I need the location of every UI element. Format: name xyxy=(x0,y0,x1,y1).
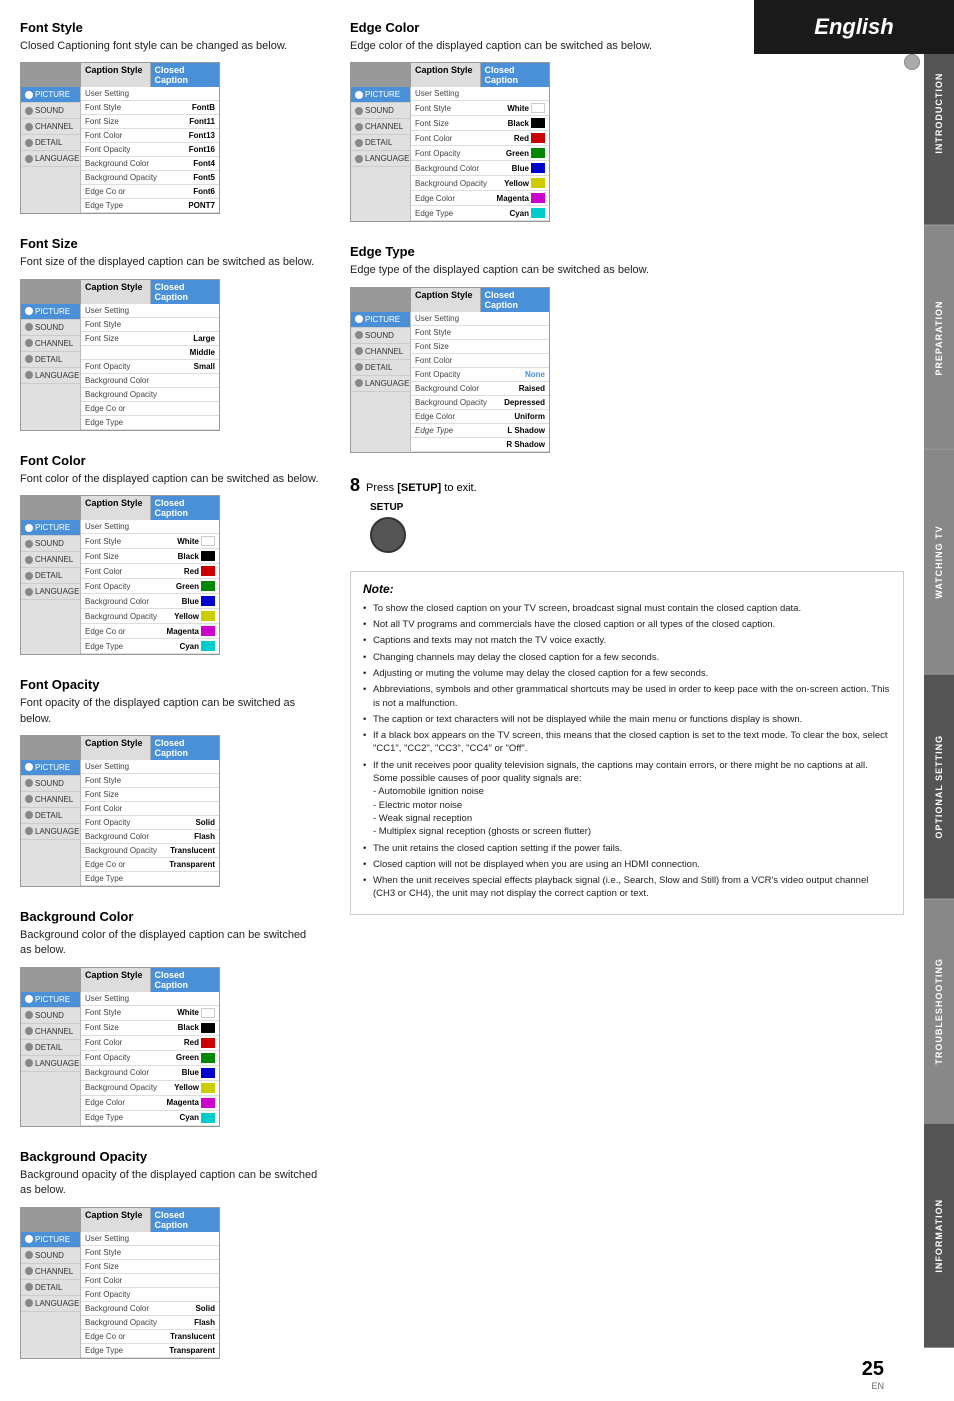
sidebar-tab-optional[interactable]: OPTIONAL SETTING xyxy=(924,674,954,899)
note-item: The caption or text characters will not … xyxy=(363,713,891,726)
sidebar-tab-information[interactable]: INFORMATION xyxy=(924,1123,954,1348)
note-item: Not all TV programs and commercials have… xyxy=(363,618,891,631)
edge-type-section: Edge Type Edge type of the displayed cap… xyxy=(350,244,904,452)
note-item: Closed caption will not be displayed whe… xyxy=(363,858,891,871)
step-text: Press [SETUP] to exit. xyxy=(366,482,477,494)
right-column: Edge Color Edge color of the displayed c… xyxy=(350,20,904,1381)
header-title: English xyxy=(814,14,893,40)
note-item: To show the closed caption on your TV sc… xyxy=(363,602,891,615)
background-color-title: Background Color xyxy=(20,909,320,924)
font-color-menu: Caption Style Closed Caption PICTURE SOU… xyxy=(20,495,220,655)
font-opacity-desc: Font opacity of the displayed caption ca… xyxy=(20,696,320,727)
note-box: Note: To show the closed caption on your… xyxy=(350,571,904,915)
setup-button-container: SETUP xyxy=(370,502,904,553)
background-opacity-desc: Background opacity of the displayed capt… xyxy=(20,1168,320,1199)
font-style-section: Font Style Closed Captioning font style … xyxy=(20,20,320,214)
edge-type-menu: Caption Style Closed Caption PICTURE SOU… xyxy=(350,287,550,453)
note-item: Abbreviations, symbols and other grammat… xyxy=(363,683,891,710)
sidebar-tab-troubleshooting[interactable]: TROUBLESHOOTING xyxy=(924,899,954,1124)
menu-header: Caption Style Closed Caption xyxy=(21,63,219,87)
font-color-desc: Font color of the displayed caption can … xyxy=(20,472,320,487)
background-opacity-title: Background Opacity xyxy=(20,1149,320,1164)
step-bold: [SETUP] xyxy=(397,482,441,494)
page-footer: 25 EN xyxy=(862,1358,884,1391)
sidebar-tab-preparation[interactable]: PREPARATION xyxy=(924,225,954,450)
setup-circle-button[interactable] xyxy=(370,517,406,553)
font-opacity-menu: Caption Style Closed Caption PICTURE SOU… xyxy=(20,735,220,887)
sidebar-tab-watching[interactable]: WATCHING TV xyxy=(924,449,954,674)
edge-type-title: Edge Type xyxy=(350,244,904,259)
menu-sidebar-language: LANGUAGE xyxy=(21,151,80,167)
right-sidebar: INTRODUCTION PREPARATION WATCHING TV OPT… xyxy=(924,0,954,1348)
content-columns: Font Style Closed Captioning font style … xyxy=(20,20,904,1381)
font-size-menu: Caption Style Closed Caption PICTURE SOU… xyxy=(20,279,220,431)
menu-row: Font ColorFont13 xyxy=(81,129,219,143)
note-item: Captions and texts may not match the TV … xyxy=(363,634,891,647)
header-bar: English xyxy=(754,0,954,54)
note-item: If the unit receives poor quality televi… xyxy=(363,759,891,839)
note-title: Note: xyxy=(363,582,891,596)
menu-sidebar-detail: DETAIL xyxy=(21,135,80,151)
font-color-section: Font Color Font color of the displayed c… xyxy=(20,453,320,655)
setup-label: SETUP xyxy=(370,502,403,513)
note-item: When the unit receives special effects p… xyxy=(363,874,891,901)
note-item: If a black box appears on the TV screen,… xyxy=(363,729,891,756)
background-opacity-section: Background Opacity Background opacity of… xyxy=(20,1149,320,1359)
font-size-section: Font Size Font size of the displayed cap… xyxy=(20,236,320,430)
menu-row: Font OpacityFont16 xyxy=(81,143,219,157)
font-size-desc: Font size of the displayed caption can b… xyxy=(20,255,320,270)
left-column: Font Style Closed Captioning font style … xyxy=(20,20,320,1381)
background-color-menu: Caption Style Closed Caption PICTURE SOU… xyxy=(20,967,220,1127)
menu-row: Edge TypePONT7 xyxy=(81,199,219,213)
main-content: Font Style Closed Captioning font style … xyxy=(0,0,924,1401)
edge-color-menu: Caption Style Closed Caption PICTURE SOU… xyxy=(350,62,550,222)
step-number: 8 xyxy=(350,475,360,496)
menu-row: Background ColorFont4 xyxy=(81,157,219,171)
note-item: Changing channels may delay the closed c… xyxy=(363,651,891,664)
menu-sidebar-picture: PICTURE xyxy=(21,87,80,103)
page-en: EN xyxy=(862,1381,884,1391)
font-style-menu: Caption Style Closed Caption PICTURE SOU… xyxy=(20,62,220,214)
menu-sidebar-channel: CHANNEL xyxy=(21,119,80,135)
note-item: Adjusting or muting the volume may delay… xyxy=(363,667,891,680)
background-opacity-menu: Caption Style Closed Caption PICTURE SOU… xyxy=(20,1207,220,1359)
font-opacity-section: Font Opacity Font opacity of the display… xyxy=(20,677,320,887)
menu-row: Edge Co orFont6 xyxy=(81,185,219,199)
background-color-desc: Background color of the displayed captio… xyxy=(20,928,320,959)
background-color-section: Background Color Background color of the… xyxy=(20,909,320,1127)
menu-row: Background OpacityFont5 xyxy=(81,171,219,185)
font-opacity-title: Font Opacity xyxy=(20,677,320,692)
menu-row: Font SizeFont11 xyxy=(81,115,219,129)
note-item: The unit retains the closed caption sett… xyxy=(363,842,891,855)
font-size-title: Font Size xyxy=(20,236,320,251)
menu-sidebar-sound: SOUND xyxy=(21,103,80,119)
font-style-title: Font Style xyxy=(20,20,320,35)
note-list: To show the closed caption on your TV sc… xyxy=(363,602,891,901)
step-after: to exit. xyxy=(441,482,476,494)
edge-type-desc: Edge type of the displayed caption can b… xyxy=(350,263,904,278)
font-style-desc: Closed Captioning font style can be chan… xyxy=(20,39,320,54)
font-color-title: Font Color xyxy=(20,453,320,468)
step8-section: 8 Press [SETUP] to exit. SETUP xyxy=(350,475,904,553)
page-number: 25 xyxy=(862,1358,884,1381)
menu-row: Font StyleFontB xyxy=(81,101,219,115)
menu-row: User Setting xyxy=(81,87,219,101)
